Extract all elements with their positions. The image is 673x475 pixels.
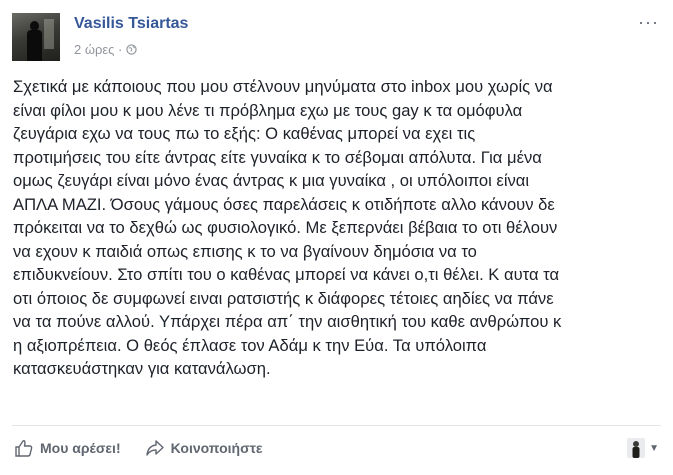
post-text-line: επιδυκνείουν. Στο σπίτι του ο καθένας μπ… [13,265,560,284]
post-text-line: είναι φίλοι μου κ μου λένε τι πρόβλημα ε… [13,100,523,120]
more-options-button[interactable]: ··· [638,12,659,33]
post-text-line: ομως ζευγάρι είναι μόνο ένας άντρας κ μι… [13,171,530,190]
post-text-line: οτι όποιος δε συμφωνεί ειναι ρατσιστής κ… [13,288,554,308]
author-avatar[interactable] [12,13,60,61]
thumbs-up-icon [15,440,33,457]
globe-icon[interactable] [126,44,138,55]
post-text-line: πρόκειται να το δεχθώ ως φυσιολογικό. Με… [13,218,558,237]
like-button[interactable]: Μου αρέσει! [14,438,121,458]
post-text-line: ζευγάρια εχω να τους πω το εξής: Ο καθέν… [13,124,476,143]
post-text-line: κατασκευάστηκαν για κατανάλωση. [13,359,271,378]
post-text-line: να εχουν κ παιδιά οπως επισης κ το να βγ… [13,241,477,261]
share-label: Κοινοποιήστε [170,440,263,456]
author-name[interactable]: Vasilis Tsiartas [74,15,188,33]
share-arrow-icon [145,440,164,456]
chevron-down-icon: ▼ [649,442,659,454]
post-text-line: προτιμήσεις του είτε άντρας είτε γυναίκα… [13,147,542,167]
post-text-line: ΑΠΛΑ ΜΑΖΙ. Όσους γάμους όσες παρελάσεις … [13,194,555,214]
post-time[interactable]: 2 ώρες · [74,42,122,57]
post-text: Σχετικά με κάποιους που μου στέλνουν μην… [13,75,663,381]
post-meta: 2 ώρες · [74,42,138,57]
reaction-identity-selector[interactable]: ▼ [627,438,659,458]
like-label: Μου αρέσει! [40,440,121,456]
post-text-line: η αξιοπρέπεια. Ο θεός έπλασε τον Αδάμ κ … [13,335,487,355]
post-text-line: Σχετικά με κάποιους που μου στέλνουν μην… [13,77,553,96]
post-card: Vasilis Tsiartas 2 ώρες · ··· Σχετικά με… [0,0,673,475]
divider [12,425,661,426]
profile-avatar-icon [627,438,646,458]
action-bar: Μου αρέσει! Κοινοποιήστε [14,438,263,458]
share-button[interactable]: Κοινοποιήστε [145,438,263,458]
post-text-line: να τα πούνε αλλού. Υπάρχει πέρα απ΄ την … [13,312,562,331]
